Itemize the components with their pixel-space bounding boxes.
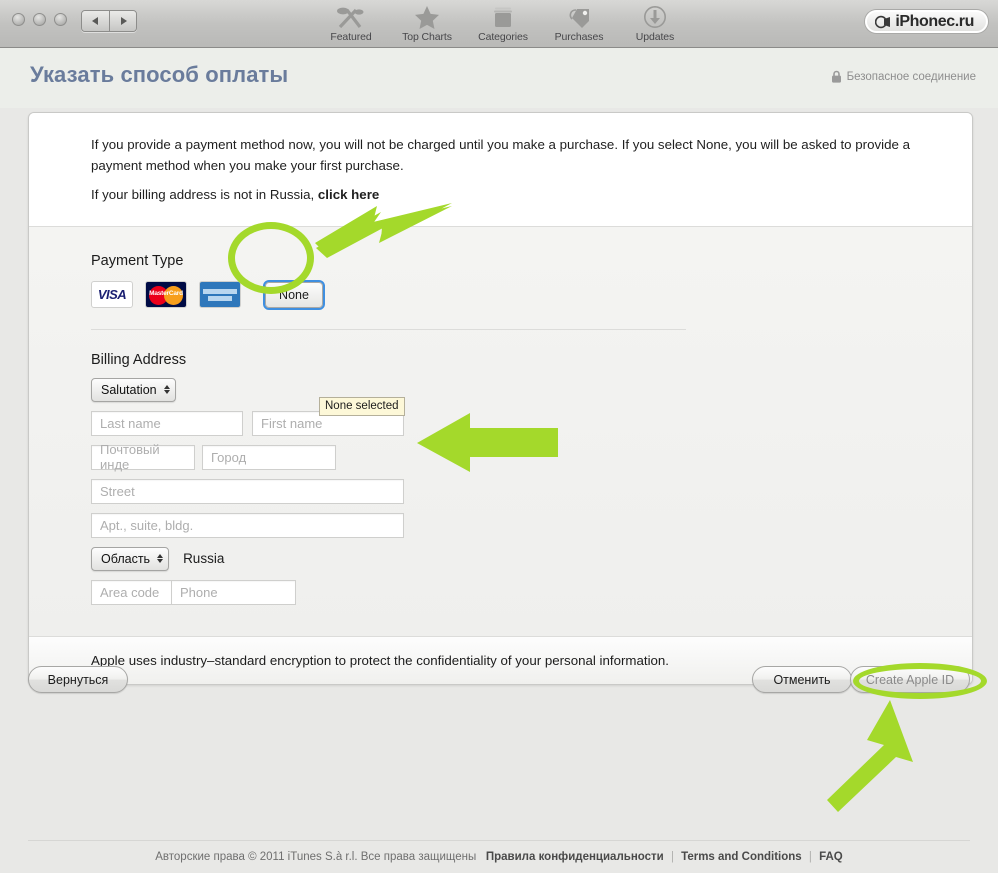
- footer-separator: |: [808, 851, 812, 863]
- visa-card-icon[interactable]: VISA: [91, 281, 133, 309]
- tab-updates[interactable]: Updates: [618, 2, 692, 43]
- last-name-input[interactable]: Last name: [91, 410, 243, 436]
- street-row: Street: [91, 478, 942, 504]
- footer-separator: |: [670, 851, 674, 863]
- action-button-bar: Вернуться Отменить Create Apple ID: [28, 666, 970, 694]
- mastercard-card-icon[interactable]: MasterCard: [145, 281, 187, 309]
- tab-featured[interactable]: Featured: [314, 2, 388, 43]
- phone-input[interactable]: Phone: [171, 579, 296, 605]
- stepper-arrows-icon: [157, 554, 164, 564]
- left-chevron-icon: [92, 17, 98, 25]
- toolbar-tabs[interactable]: Featured Top Charts Categories Purchases…: [314, 2, 692, 43]
- tab-label: Categories: [478, 31, 528, 43]
- brand-text: iPhonec.ru: [895, 12, 974, 30]
- tab-label: Featured: [330, 31, 372, 43]
- region-row: Область Russia: [91, 546, 942, 571]
- apt-row: Apt., suite, bldg.: [91, 512, 942, 538]
- footer-faq-link[interactable]: FAQ: [819, 851, 843, 863]
- visa-label: VISA: [97, 287, 127, 303]
- amex-card-icon[interactable]: [199, 281, 241, 309]
- street-input[interactable]: Street: [91, 478, 404, 504]
- salutation-dropdown[interactable]: Salutation: [91, 377, 176, 402]
- close-button[interactable]: [12, 13, 25, 26]
- panel-intro: If you provide a payment method now, you…: [29, 113, 972, 227]
- featured-star-icon: [336, 5, 366, 29]
- salutation-dropdown-label: Salutation: [101, 382, 157, 397]
- none-selected-tooltip: None selected: [319, 396, 405, 416]
- create-apple-id-button[interactable]: Create Apple ID: [850, 666, 970, 693]
- page-title: Указать способ оплаты: [30, 62, 289, 87]
- intro-paragraph-2: If your billing address is not in Russia…: [91, 185, 921, 206]
- phone-row: Area code Phone: [91, 579, 942, 605]
- page-footer: Авторские права © 2011 iTunes S.à r.l. В…: [28, 840, 970, 863]
- intro-paragraph-1: If you provide a payment method now, you…: [91, 137, 910, 173]
- footer-privacy-link[interactable]: Правила конфиденциальности: [486, 851, 664, 863]
- app-toolbar: Featured Top Charts Categories Purchases…: [0, 0, 998, 48]
- tag-icon: [565, 5, 593, 29]
- tab-label: Purchases: [554, 31, 604, 43]
- box-icon: [491, 5, 515, 29]
- none-payment-button[interactable]: None: [263, 279, 325, 310]
- navigation-buttons[interactable]: [81, 10, 137, 32]
- forward-button[interactable]: [109, 11, 136, 31]
- area-code-input[interactable]: Area code: [91, 579, 171, 605]
- back-button-action[interactable]: Вернуться: [28, 666, 128, 693]
- download-arrow-icon: [643, 5, 667, 29]
- secure-connection-indicator: Безопасное соединение: [831, 70, 976, 83]
- zip-code-input[interactable]: Почтовый инде: [91, 442, 195, 472]
- panel-body: Payment Type VISA MasterCard None None s…: [29, 226, 972, 636]
- right-chevron-icon: [120, 17, 127, 25]
- back-button[interactable]: [82, 11, 109, 31]
- click-here-link[interactable]: click here: [318, 187, 379, 202]
- zip-city-row: Почтовый инде Город: [91, 442, 942, 472]
- tab-categories[interactable]: Categories: [466, 2, 540, 43]
- name-row: Last name First name: [91, 410, 942, 436]
- stepper-arrows-icon: [163, 385, 170, 395]
- apartment-input[interactable]: Apt., suite, bldg.: [91, 512, 404, 538]
- tab-label: Top Charts: [402, 31, 452, 43]
- country-text: Russia: [183, 551, 225, 567]
- payment-type-label: Payment Type: [91, 252, 184, 269]
- footer-terms-link[interactable]: Terms and Conditions: [681, 851, 802, 863]
- payment-card-options: VISA MasterCard None: [91, 279, 942, 311]
- lock-icon: [831, 70, 841, 83]
- arrow-pointing-up-to-create-apple-id: [827, 700, 913, 812]
- star-icon: [414, 5, 440, 29]
- region-dropdown-label: Область: [101, 551, 151, 566]
- zoom-button[interactable]: [54, 13, 67, 26]
- city-input[interactable]: Город: [202, 444, 336, 470]
- section-divider: [91, 328, 686, 330]
- site-logo-icon: [875, 15, 891, 28]
- amex-band-top: [203, 289, 237, 295]
- mastercard-label: MasterCard: [149, 290, 183, 298]
- footer-copyright: Авторские права © 2011 iTunes S.à r.l. В…: [155, 851, 477, 863]
- cancel-button[interactable]: Отменить: [752, 666, 852, 693]
- site-watermark-logo: iPhonec.ru: [865, 10, 988, 33]
- salutation-row: Salutation: [91, 377, 942, 402]
- tab-purchases[interactable]: Purchases: [542, 2, 616, 43]
- minimize-button[interactable]: [33, 13, 46, 26]
- amex-band-bottom: [208, 296, 232, 302]
- billing-address-label: Billing Address: [91, 351, 187, 368]
- region-dropdown[interactable]: Область: [91, 546, 170, 571]
- tab-label: Updates: [635, 31, 675, 43]
- window-controls[interactable]: [12, 13, 67, 26]
- secure-connection-text: Безопасное соединение: [846, 70, 976, 83]
- page-header: Указать способ оплаты Безопасное соедине…: [0, 48, 998, 108]
- intro-prefix-text: If your billing address is not in Russia…: [91, 187, 318, 203]
- payment-panel: If you provide a payment method now, you…: [28, 112, 973, 685]
- tab-top-charts[interactable]: Top Charts: [390, 2, 464, 43]
